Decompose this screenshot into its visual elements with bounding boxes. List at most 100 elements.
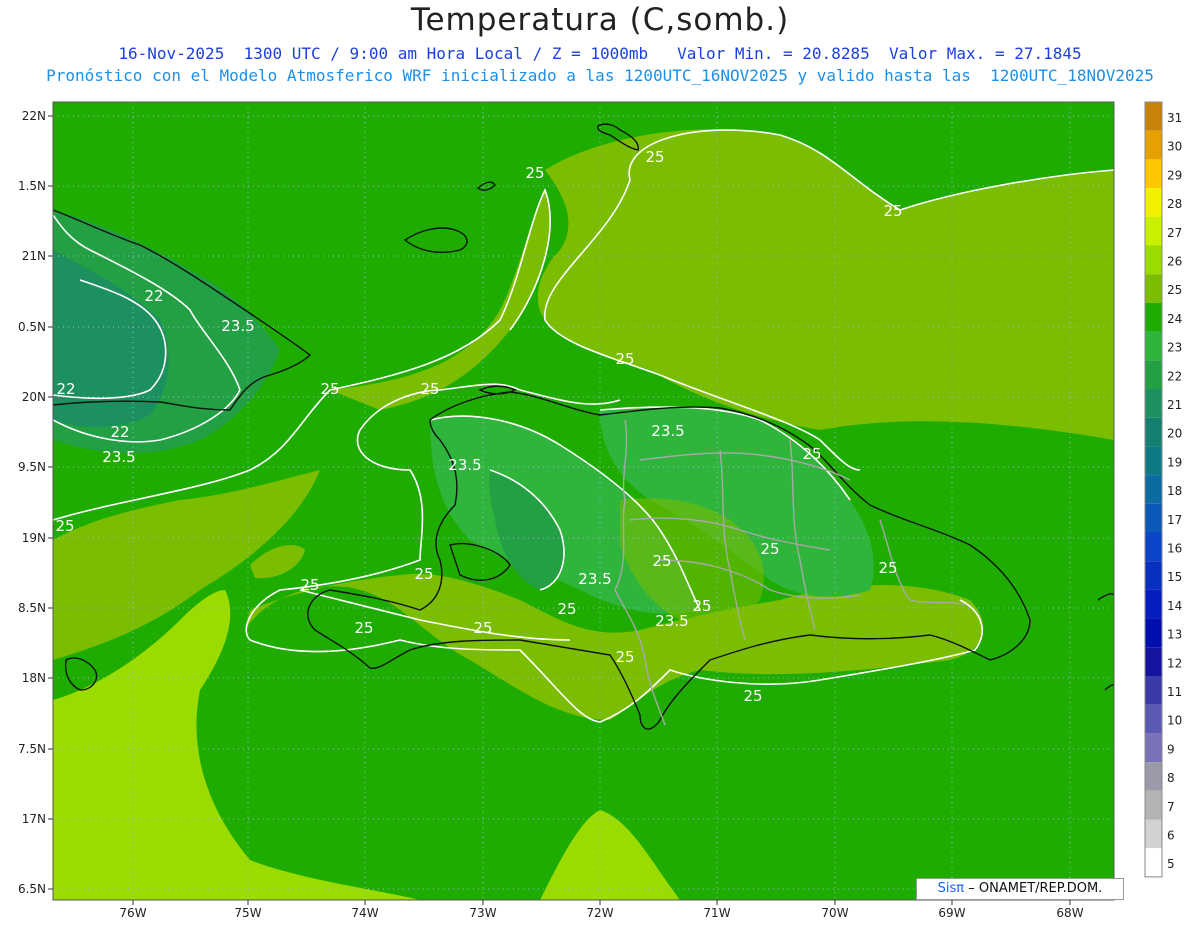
colorbar-swatch-7 bbox=[1145, 790, 1162, 820]
contour-label: 25 bbox=[320, 380, 339, 398]
colorbar-swatch-22 bbox=[1145, 360, 1162, 389]
contour-label: 22 bbox=[144, 287, 163, 305]
contour-label: 23.5 bbox=[578, 570, 611, 588]
colorbar-swatch-11 bbox=[1145, 676, 1162, 705]
colorbar-label: 11 bbox=[1167, 685, 1182, 699]
colorbar-label: 8 bbox=[1167, 771, 1175, 785]
colorbar-label: 27 bbox=[1167, 226, 1182, 240]
colorbar-label: 15 bbox=[1167, 570, 1182, 584]
lat-label: 1.5N bbox=[18, 179, 46, 193]
colorbar-swatch-5 bbox=[1145, 848, 1162, 877]
lon-label: 75W bbox=[234, 906, 261, 920]
contour-label: 23.5 bbox=[102, 448, 135, 466]
colorbar-swatch-21 bbox=[1145, 389, 1162, 418]
colorbar-label: 16 bbox=[1167, 542, 1182, 556]
contour-label: 25 bbox=[354, 619, 373, 637]
lon-label: 70W bbox=[821, 906, 848, 920]
colorbar-swatch-20 bbox=[1145, 417, 1162, 447]
colorbar-swatch-12 bbox=[1145, 647, 1162, 676]
colorbar-swatch-6 bbox=[1145, 819, 1162, 849]
lon-ticks bbox=[132, 900, 1071, 905]
lat-label: 8.5N bbox=[18, 601, 46, 615]
colorbar-swatch-23 bbox=[1145, 331, 1162, 361]
lat-label: 22N bbox=[22, 109, 46, 123]
lat-label: 18N bbox=[22, 671, 46, 685]
lat-label: 17N bbox=[22, 812, 46, 826]
colorbar-label: 30 bbox=[1167, 140, 1182, 154]
contour-label: 25 bbox=[300, 576, 319, 594]
colorbar-label: 14 bbox=[1167, 599, 1182, 613]
colorbar-label: 20 bbox=[1167, 427, 1182, 441]
colorbar-label: 21 bbox=[1167, 398, 1182, 412]
contour-label: 25 bbox=[878, 559, 897, 577]
colorbar-label: 10 bbox=[1167, 714, 1182, 728]
colorbar-swatch-8 bbox=[1145, 762, 1162, 791]
colorbar-label: 23 bbox=[1167, 341, 1182, 355]
colorbar-swatch-25 bbox=[1145, 274, 1162, 303]
lat-label: 20N bbox=[22, 390, 46, 404]
contour-label: 25 bbox=[645, 148, 664, 166]
lon-label: 73W bbox=[469, 906, 496, 920]
contour-label: 25 bbox=[420, 380, 439, 398]
colorbar-label: 31 bbox=[1167, 111, 1182, 125]
lat-label: 0.5N bbox=[18, 320, 46, 334]
temperature-map: 25 25 25 25 25 25 25 25 25 25 25 25 25 2… bbox=[18, 101, 1182, 920]
colorbar-label: 6 bbox=[1167, 829, 1175, 843]
contour-label: 23.5 bbox=[655, 612, 688, 630]
lat-label: 7.5N bbox=[18, 742, 46, 756]
lon-label: 74W bbox=[351, 906, 378, 920]
colorbar-swatch-16 bbox=[1145, 532, 1162, 562]
colorbar-swatch-31 bbox=[1145, 102, 1162, 131]
contour-label: 25 bbox=[692, 597, 711, 615]
colorbar-swatch-30 bbox=[1145, 130, 1162, 160]
colorbar-label: 5 bbox=[1167, 857, 1175, 871]
colorbar-label: 24 bbox=[1167, 312, 1182, 326]
colorbar-swatch-10 bbox=[1145, 704, 1162, 734]
contour-label: 22 bbox=[110, 423, 129, 441]
lat-ticks bbox=[48, 115, 53, 890]
colorbar: 31 30 29 28 27 26 25 24 23 22 21 20 19 18 17 16 15 14 13 12… bbox=[1144, 101, 1182, 878]
contour-label: 25 bbox=[615, 350, 634, 368]
lat-label: 19N bbox=[22, 531, 46, 545]
colorbar-label: 18 bbox=[1167, 484, 1182, 498]
lon-label: 69W bbox=[938, 906, 965, 920]
lon-axis: 76W 75W 74W 73W 72W 71W 70W 69W 68W bbox=[119, 906, 1083, 920]
contour-label: 25 bbox=[760, 540, 779, 558]
colorbar-label: 28 bbox=[1167, 197, 1182, 211]
lon-label: 68W bbox=[1056, 906, 1083, 920]
contour-label: 25 bbox=[615, 648, 634, 666]
colorbar-swatch-15 bbox=[1145, 561, 1162, 590]
colorbar-label: 22 bbox=[1167, 369, 1182, 383]
colorbar-swatch-14 bbox=[1145, 589, 1162, 619]
contour-label: 25 bbox=[557, 600, 576, 618]
colorbar-label: 17 bbox=[1167, 513, 1182, 527]
contour-label: 25 bbox=[55, 517, 74, 535]
contour-label: 25 bbox=[473, 619, 492, 637]
colorbar-label: 9 bbox=[1167, 742, 1175, 756]
lat-label: 9.5N bbox=[18, 460, 46, 474]
colorbar-label: 25 bbox=[1167, 283, 1182, 297]
map-plot-area: 25 25 25 25 25 25 25 25 25 25 25 25 25 2… bbox=[53, 102, 1114, 900]
contour-label: 25 bbox=[414, 565, 433, 583]
colorbar-swatch-27 bbox=[1145, 216, 1162, 246]
colorbar-label: 7 bbox=[1167, 800, 1175, 814]
colorbar-label: 29 bbox=[1167, 168, 1182, 182]
lat-axis: 22N 1.5N 21N 0.5N 20N 9.5N 19N 8.5N 18N … bbox=[18, 109, 46, 896]
lat-label: 21N bbox=[22, 249, 46, 263]
colorbar-swatch-26 bbox=[1145, 245, 1162, 275]
colorbar-swatch-13 bbox=[1145, 618, 1162, 648]
sispi-brand: Sisπ bbox=[937, 881, 965, 896]
contour-label: 23.5 bbox=[651, 422, 684, 440]
colorbar-label: 13 bbox=[1167, 628, 1182, 642]
contour-label: 25 bbox=[652, 552, 671, 570]
colorbar-swatch-17 bbox=[1145, 503, 1162, 533]
contour-label: 25 bbox=[525, 164, 544, 182]
contour-label: 25 bbox=[883, 202, 902, 220]
colorbar-swatch-9 bbox=[1145, 733, 1162, 763]
contour-label: 22 bbox=[56, 380, 75, 398]
colorbar-label: 26 bbox=[1167, 255, 1182, 269]
lon-label: 76W bbox=[119, 906, 146, 920]
colorbar-swatch-28 bbox=[1145, 188, 1162, 217]
colorbar-swatch-18 bbox=[1145, 475, 1162, 504]
credit-text: – ONAMET/REP.DOM. bbox=[968, 881, 1103, 896]
